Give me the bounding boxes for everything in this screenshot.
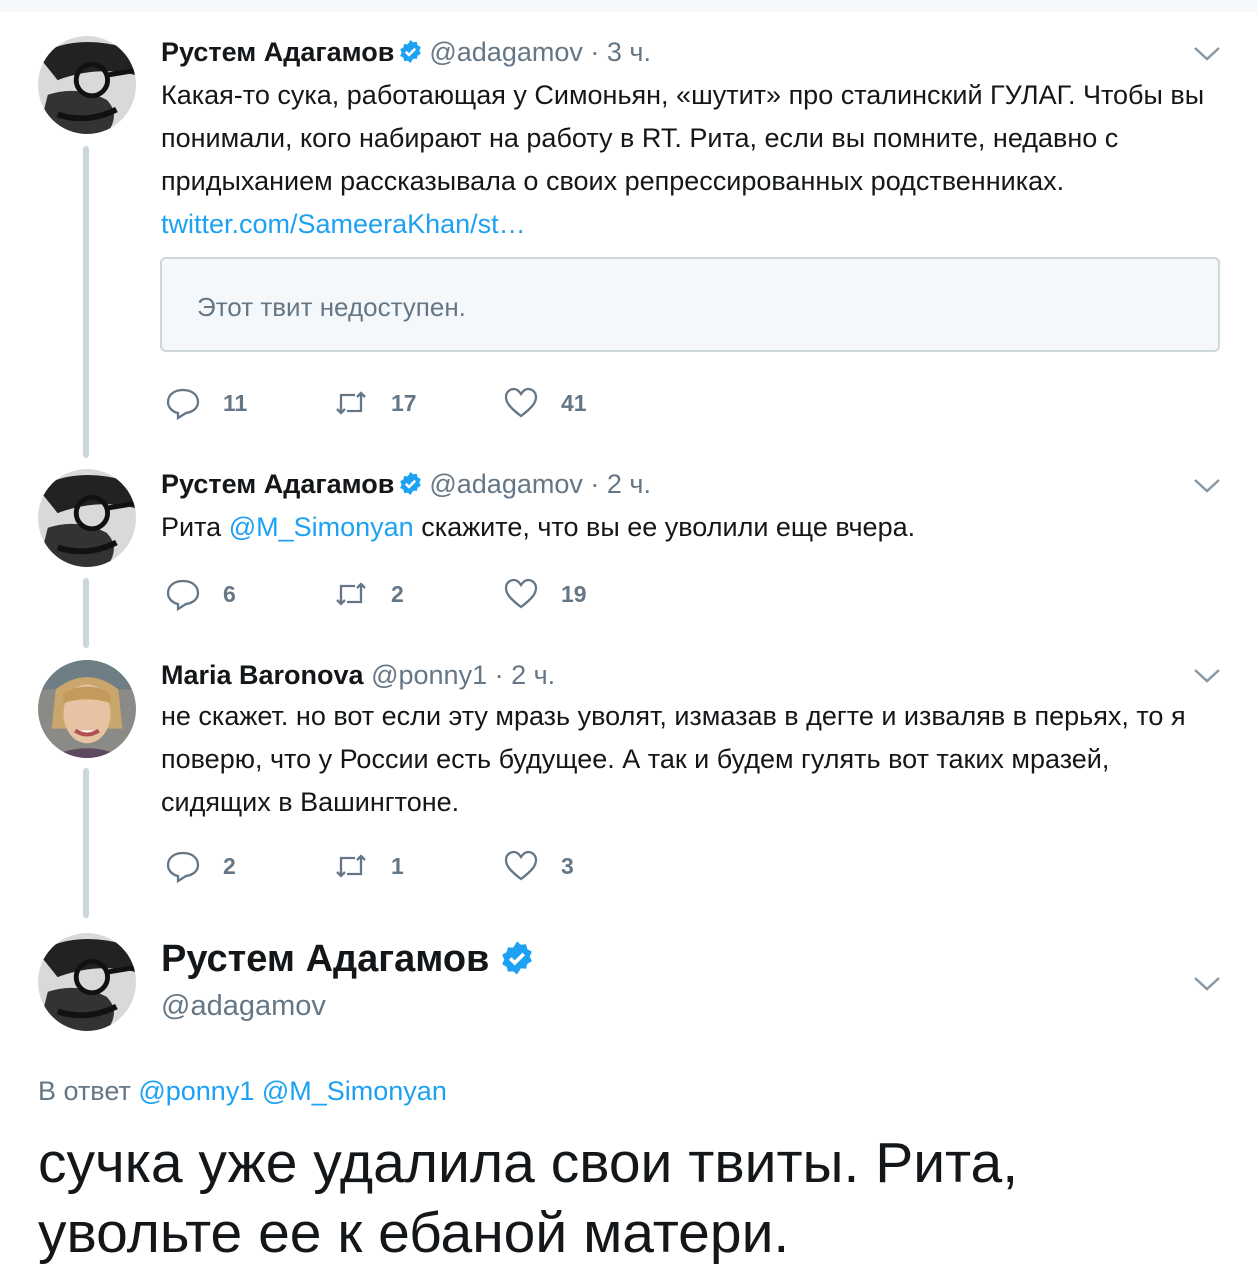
tweet-body: Какая-то сука, работающая у Симоньян, «ш… [161, 80, 1205, 196]
retweet-count: 1 [391, 852, 404, 879]
main-author-name[interactable]: Рустем Адагамов [161, 938, 489, 980]
tweet-header: Maria Baronova @ponny1 · 2 ч. [161, 659, 555, 691]
retweet-icon [336, 391, 366, 415]
tweet-time[interactable]: · 2 ч. [495, 660, 556, 690]
like-icon [504, 578, 538, 609]
author-name[interactable]: Рустем Адагамов [161, 37, 394, 67]
reply-icon [166, 388, 200, 421]
avatar-baronova-image [38, 660, 136, 758]
like-icon [504, 850, 538, 881]
like-icon [504, 387, 538, 418]
tweet-body-end: скажите, что вы ее уволили еще вчера. [421, 512, 916, 542]
quoted-tweet-box[interactable]: Этот твит недоступен. [160, 257, 1220, 352]
chevron-down-icon[interactable] [1193, 975, 1221, 993]
like-count: 41 [561, 389, 587, 416]
main-author-handle[interactable]: @adagamov [161, 990, 326, 1023]
reply-count: 2 [223, 852, 236, 879]
retweet-count: 17 [391, 389, 417, 416]
author-name[interactable]: Рустем Адагамов [161, 469, 394, 499]
quoted-tweet-unavailable: Этот твит недоступен. [197, 292, 466, 322]
main-author-name-row: Рустем Адагамов [161, 936, 541, 982]
retweet-count: 2 [391, 580, 404, 607]
tweet-time[interactable]: · 3 ч. [590, 37, 651, 67]
tweet-link[interactable]: twitter.com/SameeraKhan/st… [161, 209, 526, 239]
like-button[interactable]: 19 [503, 576, 587, 612]
like-count: 3 [561, 852, 574, 879]
like-count: 19 [561, 580, 587, 607]
retweet-button[interactable]: 1 [333, 848, 404, 884]
thread-line [83, 768, 89, 918]
tweet-body: не скажет. но вот если эту мразь уволят,… [161, 701, 1186, 817]
tweet-header: Рустем Адагамов @adagamov · 3 ч. [161, 36, 651, 68]
avatar-adagamov-image [38, 469, 136, 567]
top-bar [0, 0, 1257, 12]
tweet-body-start: Рита [161, 512, 222, 542]
like-button[interactable]: 41 [503, 385, 587, 421]
tweet-header: Рустем Адагамов @adagamov · 2 ч. [161, 468, 651, 500]
author-name[interactable]: Maria Baronova [161, 660, 364, 690]
reply-button[interactable]: 2 [165, 848, 236, 884]
reply-icon [166, 579, 200, 612]
avatar[interactable] [38, 660, 136, 758]
tweet-text: не скажет. но вот если эту мразь уволят,… [161, 695, 1221, 824]
author-handle[interactable]: @adagamov [429, 37, 583, 67]
thread-line [83, 146, 89, 458]
chevron-down-icon[interactable] [1193, 477, 1221, 495]
like-button[interactable]: 3 [503, 848, 574, 884]
chevron-down-icon[interactable] [1193, 667, 1221, 685]
tweet-time[interactable]: · 2 ч. [590, 469, 651, 499]
reply-count: 6 [223, 580, 236, 607]
avatar[interactable] [38, 933, 136, 1031]
tweet-text: Рита @M_Simonyan скажите, что вы ее увол… [161, 506, 1221, 549]
tweet-text: Какая-то сука, работающая у Симоньян, «ш… [161, 74, 1221, 246]
main-tweet-text: сучка уже удалила свои твиты. Рита, увол… [38, 1131, 1019, 1265]
mention-link[interactable]: @M_Simonyan [229, 512, 414, 542]
thread-line [83, 578, 89, 648]
author-handle[interactable]: @adagamov [429, 469, 583, 499]
retweet-button[interactable]: 17 [333, 385, 417, 421]
reply-button[interactable]: 11 [165, 385, 247, 421]
avatar[interactable] [38, 36, 136, 134]
avatar-adagamov-image [38, 36, 136, 134]
chevron-down-icon[interactable] [1193, 45, 1221, 63]
verified-icon [400, 472, 422, 495]
reply-to-line: В ответ @ponny1 @M_Simonyan [38, 1076, 447, 1107]
avatar-adagamov-image [38, 933, 136, 1031]
retweet-button[interactable]: 2 [333, 576, 404, 612]
reply-mention-ponny1[interactable]: @ponny1 [138, 1076, 254, 1106]
verified-icon [502, 941, 533, 975]
reply-prefix: В ответ [38, 1076, 131, 1106]
retweet-icon [336, 854, 366, 878]
reply-count: 11 [223, 389, 248, 416]
reply-mention-simonyan[interactable]: @M_Simonyan [262, 1076, 447, 1106]
reply-icon [166, 851, 200, 884]
reply-button[interactable]: 6 [165, 576, 236, 612]
avatar[interactable] [38, 469, 136, 567]
author-handle[interactable]: @ponny1 [371, 660, 487, 690]
retweet-icon [336, 582, 366, 606]
verified-icon [400, 40, 422, 63]
